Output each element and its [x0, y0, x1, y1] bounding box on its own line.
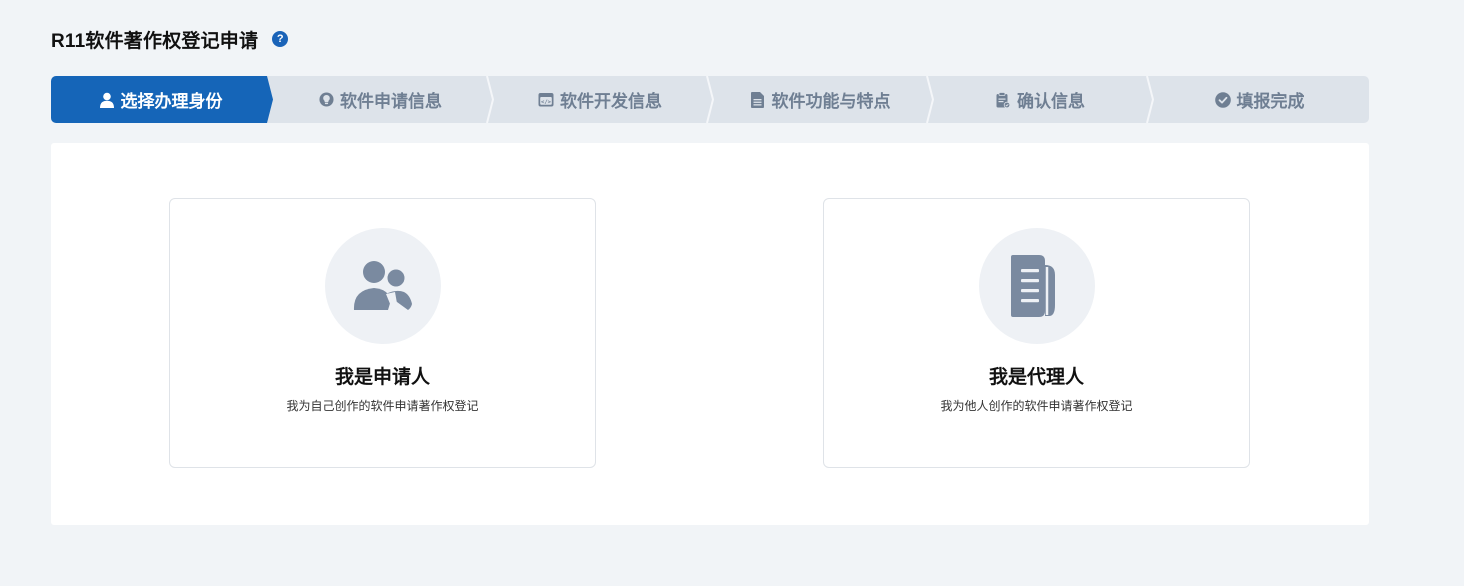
page-title: R11软件著作权登记申请 [51, 30, 259, 52]
identity-selection-panel: 我是申请人 我为自己创作的软件申请著作权登记 我是代理人 我为他人创作的软件申请… [51, 143, 1369, 525]
applicant-role-card[interactable]: 我是申请人 我为自己创作的软件申请著作权登记 [169, 198, 596, 468]
step-confirm-info[interactable]: 确认信息 [930, 76, 1150, 123]
svg-text:</>: </> [541, 99, 552, 105]
question-circle-icon[interactable]: ? [272, 31, 289, 47]
step-label: 填报完成 [1236, 92, 1305, 111]
step-software-features[interactable]: 软件功能与特点 [710, 76, 930, 123]
check-circle-icon [1214, 91, 1231, 108]
page-header: R11软件著作权登记申请 ? [51, 26, 289, 52]
role-title: 我是申请人 [334, 367, 430, 388]
step-select-identity[interactable]: 选择办理身份 [51, 76, 270, 123]
step-software-application-info[interactable]: 软件申请信息 [270, 76, 490, 123]
step-complete[interactable]: 填报完成 [1150, 76, 1369, 123]
step-label: 软件开发信息 [560, 92, 662, 111]
step-label: 选择办理身份 [120, 92, 223, 111]
agent-role-card[interactable]: 我是代理人 我为他人创作的软件申请著作权登记 [823, 198, 1250, 468]
clipboard-check-icon [995, 91, 1011, 108]
calendar-code-icon: </> [538, 92, 554, 108]
step-label: 确认信息 [1017, 92, 1085, 111]
documents-icon [1011, 255, 1055, 317]
avatar [325, 228, 441, 344]
role-description: 我为自己创作的软件申请著作权登记 [286, 399, 479, 413]
document-icon [750, 91, 766, 108]
step-progress-bar: 选择办理身份 软件申请信息 </> 软件开发信息 软件功能与特点 确认信息 填报… [51, 76, 1369, 123]
users-icon [353, 261, 412, 311]
step-label: 软件申请信息 [340, 92, 442, 111]
user-icon [99, 92, 115, 108]
page: R11软件著作权登记申请 ? 选择办理身份 软件申请信息 </> 软件开发信息 … [0, 0, 1464, 586]
avatar [979, 228, 1095, 344]
step-label: 软件功能与特点 [771, 92, 891, 111]
step-software-development-info[interactable]: </> 软件开发信息 [490, 76, 710, 123]
role-description: 我为他人创作的软件申请著作权登记 [940, 399, 1133, 413]
role-title: 我是代理人 [988, 367, 1084, 388]
lightbulb-icon [318, 92, 334, 108]
